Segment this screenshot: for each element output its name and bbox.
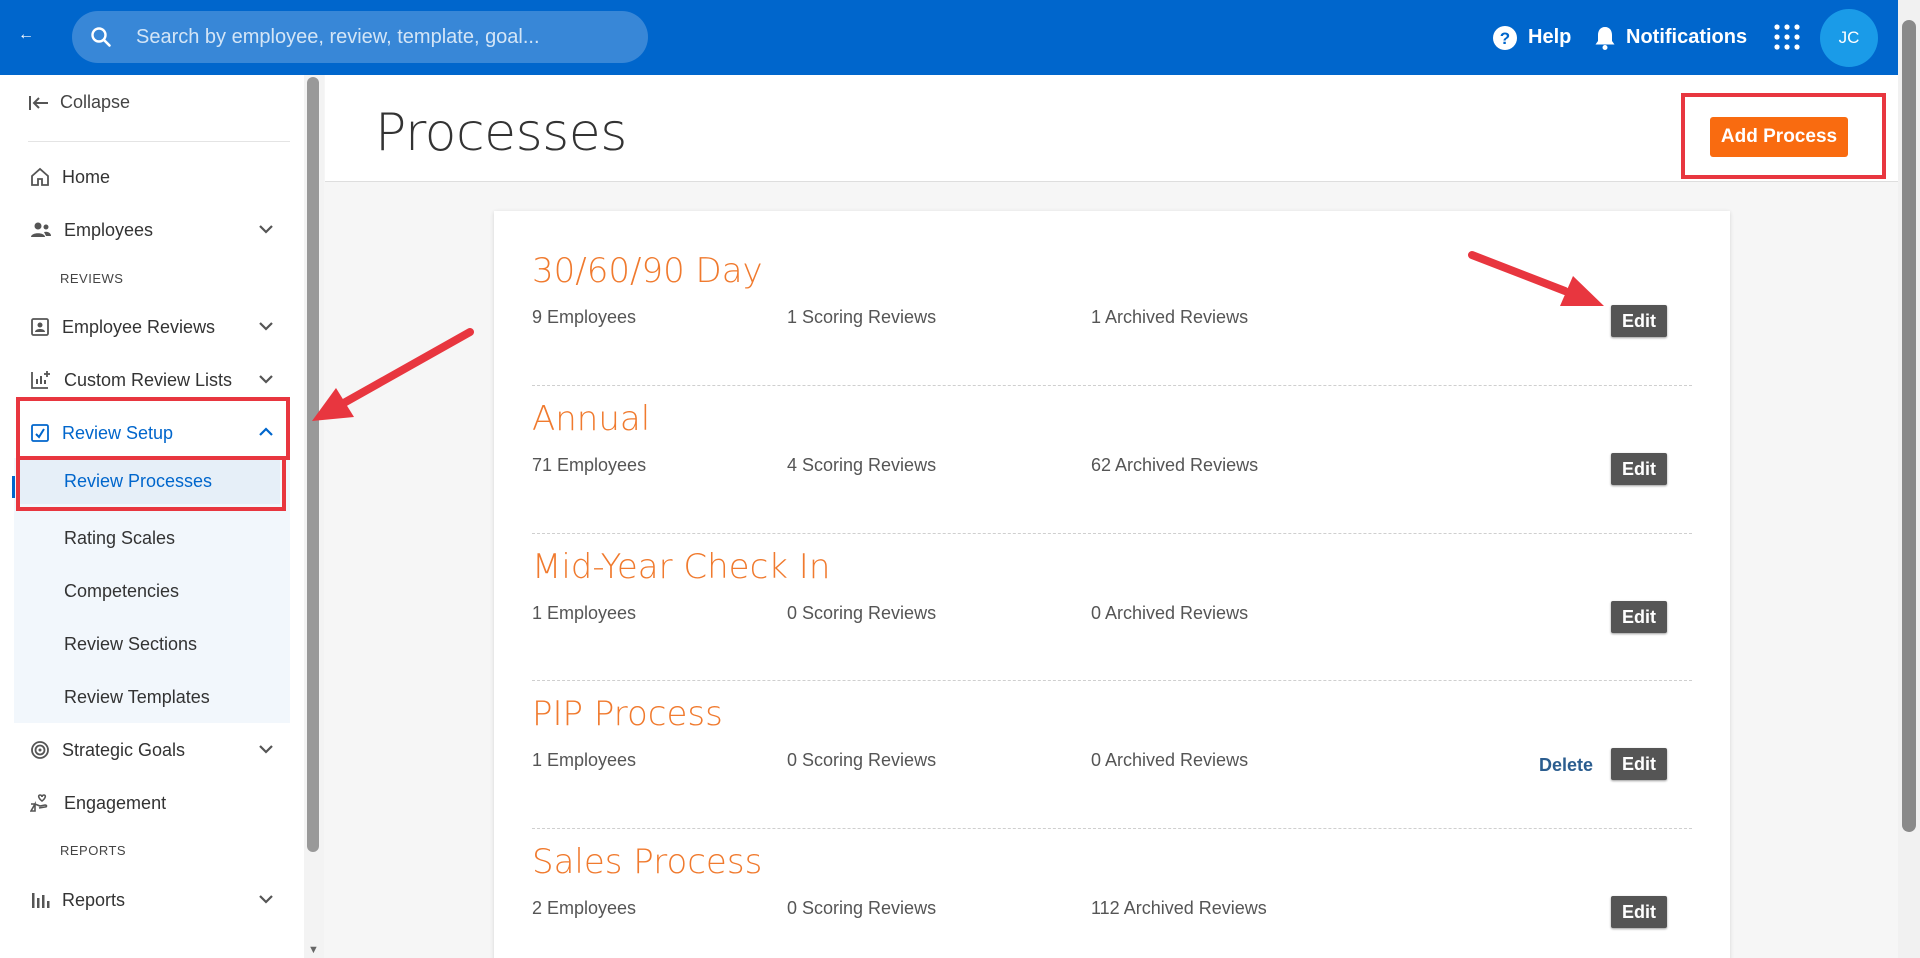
process-scoring: 1 Scoring Reviews (787, 307, 937, 327)
sidebar-item-rating-scales[interactable]: Rating Scales (64, 528, 175, 549)
process-name[interactable]: 30/60/90 Day (532, 251, 763, 291)
search-input[interactable] (136, 11, 636, 63)
process-row: Annual 71 Employees 4 Scoring Reviews 62… (532, 359, 1692, 507)
sidebar-item-competencies[interactable]: Competencies (64, 581, 179, 602)
sidebar-item-employees[interactable]: Employees (30, 215, 290, 245)
sidebar-item-reports[interactable]: Reports (30, 885, 290, 915)
home-icon (31, 167, 49, 186)
bar-chart-icon (32, 893, 50, 908)
sidebar-item-home[interactable]: Home (30, 162, 290, 192)
collapse-label: Collapse (60, 92, 131, 112)
sidebar-item-employee-reviews[interactable]: Employee Reviews (30, 312, 290, 342)
bell-icon (1595, 26, 1615, 50)
help-link[interactable]: ? Help (1492, 0, 1571, 75)
sidebar-item-label: Reports (62, 889, 126, 910)
process-employees: 71 Employees (532, 455, 647, 475)
top-bar: ← ? Help Notifications JC (0, 0, 1898, 75)
notifications-label: Notifications (1626, 26, 1748, 48)
processes-card: 30/60/90 Day 9 Employees 1 Scoring Revie… (494, 211, 1730, 958)
notifications-link[interactable]: Notifications (1594, 0, 1747, 75)
sidebar-item-review-templates[interactable]: Review Templates (64, 687, 210, 708)
process-employees: 2 Employees (532, 898, 637, 918)
sidebar-divider (28, 141, 290, 142)
section-reviews: REVIEWS (60, 271, 124, 286)
sidebar-item-custom-review-lists[interactable]: Custom Review Lists (30, 365, 290, 395)
edit-button[interactable]: Edit (1611, 305, 1667, 337)
delete-link[interactable]: Delete (1539, 755, 1593, 776)
chevron-down-icon (259, 225, 273, 234)
highlight-add-process (1681, 93, 1886, 179)
chevron-down-icon (259, 375, 273, 384)
process-scoring: 0 Scoring Reviews (787, 750, 937, 770)
user-avatar[interactable]: JC (1820, 9, 1878, 67)
chevron-down-icon (259, 895, 273, 904)
page-header: Processes Add Process (325, 75, 1898, 182)
help-icon: ? (1493, 25, 1517, 50)
process-scoring: 0 Scoring Reviews (787, 898, 937, 918)
process-employees: 1 Employees (532, 603, 637, 623)
edit-button[interactable]: Edit (1611, 601, 1667, 633)
scroll-down-icon[interactable]: ▼ (308, 944, 319, 956)
sidebar-item-label: Employees (64, 219, 154, 240)
process-employees: 1 Employees (532, 750, 637, 770)
process-archived: 0 Archived Reviews (1091, 603, 1249, 623)
apps-grid-icon[interactable] (1774, 24, 1800, 50)
process-name[interactable]: Annual (532, 399, 650, 439)
process-row: 30/60/90 Day 9 Employees 1 Scoring Revie… (532, 211, 1692, 359)
target-icon (31, 741, 49, 759)
sidebar-item-engagement[interactable]: Engagement (30, 788, 290, 818)
process-row: Sales Process 2 Employees 0 Scoring Revi… (532, 802, 1692, 950)
collapse-button[interactable]: Collapse (28, 92, 130, 113)
sidebar-item-review-sections[interactable]: Review Sections (64, 634, 197, 655)
process-name[interactable]: PIP Process (532, 694, 723, 734)
edit-button[interactable]: Edit (1611, 748, 1667, 780)
sidebar-scrollbar-thumb[interactable] (307, 77, 319, 852)
people-icon (31, 222, 51, 237)
sidebar-item-strategic-goals[interactable]: Strategic Goals (30, 735, 290, 765)
highlight-review-setup (16, 397, 290, 460)
process-name[interactable]: Mid-Year Check In (532, 547, 830, 587)
active-indicator (12, 476, 15, 498)
hand-heart-icon (30, 794, 48, 812)
sidebar-item-label: Employee Reviews (62, 316, 216, 337)
window-scrollbar-thumb[interactable] (1902, 20, 1916, 832)
arrow-to-review-setup (312, 328, 474, 421)
sidebar-item-label: Engagement (64, 792, 167, 813)
sidebar-item-label: Strategic Goals (62, 739, 186, 760)
process-scoring: 0 Scoring Reviews (787, 603, 937, 623)
process-archived: 0 Archived Reviews (1091, 750, 1249, 770)
sidebar-item-label: Custom Review Lists (64, 369, 233, 390)
process-employees: 9 Employees (532, 307, 637, 327)
page-title: Processes (375, 103, 627, 163)
highlight-review-processes (16, 456, 286, 511)
process-scoring: 4 Scoring Reviews (787, 455, 937, 475)
svg-text:?: ? (1500, 29, 1510, 48)
window-scrollbar[interactable] (1898, 0, 1920, 958)
chevron-down-icon (259, 322, 273, 331)
search-icon (91, 27, 111, 47)
edit-button[interactable]: Edit (1611, 453, 1667, 485)
back-arrow-icon[interactable]: ← (18, 26, 34, 44)
search-box[interactable] (72, 11, 648, 63)
process-archived: 112 Archived Reviews (1091, 898, 1267, 918)
edit-button[interactable]: Edit (1611, 896, 1667, 928)
help-label: Help (1528, 26, 1572, 48)
badge-icon (31, 318, 49, 336)
process-archived: 62 Archived Reviews (1091, 455, 1259, 475)
process-name[interactable]: Sales Process (532, 842, 762, 882)
process-archived: 1 Archived Reviews (1091, 307, 1249, 327)
chevron-down-icon (259, 745, 273, 754)
chart-add-icon (31, 371, 50, 389)
process-row: Mid-Year Check In 1 Employees 0 Scoring … (532, 507, 1692, 655)
sidebar-scrollbar[interactable]: ▼ (304, 75, 324, 958)
section-reports: REPORTS (60, 843, 127, 858)
process-row: PIP Process 1 Employees 0 Scoring Review… (532, 654, 1692, 802)
sidebar-item-label: Home (62, 166, 111, 187)
collapse-icon (29, 95, 48, 110)
